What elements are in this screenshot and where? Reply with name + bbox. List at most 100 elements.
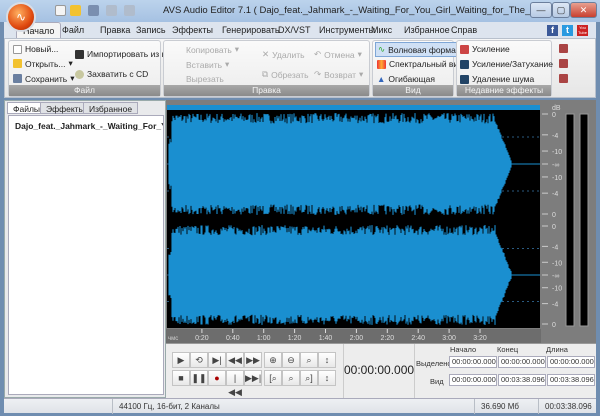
twitter-icon[interactable]: t (562, 25, 573, 36)
db-unit: dB (552, 105, 561, 112)
zoom-fit-icon[interactable]: [⌕ (264, 370, 282, 386)
file-list: Dajo_feat._Jahmark_-_Waiting_For_Yo (8, 115, 164, 395)
redo-icon[interactable] (124, 5, 135, 16)
timeline-label: 3:00 (442, 335, 456, 342)
cd-icon (75, 69, 84, 79)
view-start-field[interactable]: 00:00:00.000 (449, 374, 497, 386)
db-label: -∞ (552, 162, 559, 169)
timeline-label: 2:00 (350, 335, 364, 342)
selection-start-field[interactable]: 00:00:00.000 (449, 356, 497, 368)
ribbon-group-recent-effects: Усиление Усиление/Затухание Удаление шум… (456, 40, 553, 97)
end-header: Конец (497, 345, 519, 354)
timeline-label: 3:20 (473, 335, 487, 342)
app-logo-button[interactable]: ∿ (6, 2, 36, 32)
timeline-label: 2:40 (411, 335, 425, 342)
noise-removal-button[interactable]: Удаление шума (460, 74, 534, 84)
zoom-vertical-in-icon[interactable]: ↕ (318, 352, 336, 368)
timeline-unit: чмс (168, 336, 178, 342)
zoom-out-icon[interactable]: ⊖ (282, 352, 300, 368)
waveform-channel-1 (168, 113, 538, 215)
tab-10[interactable]: Справ (445, 22, 483, 38)
zoom-selection-icon[interactable]: ⌕ (300, 352, 318, 368)
open-folder-icon[interactable] (70, 5, 81, 16)
zoom-in-icon[interactable]: ⊕ (264, 352, 282, 368)
level-meter-left (565, 113, 575, 327)
db-label: 0 (552, 112, 556, 119)
maximize-button[interactable]: ▢ (552, 2, 570, 18)
envelope-icon: ▲ (377, 74, 386, 84)
youtube-icon[interactable]: You Tube (577, 25, 588, 36)
tab-1[interactable]: Файл (56, 22, 90, 38)
tab-favorites[interactable]: Избранное (83, 102, 139, 114)
waveform-area[interactable]: 0 -4 -10 -∞ -10 -4 0 0 -4 -10 -∞ -10 -4 0 dB чмс 0:20 0:4… (166, 100, 596, 343)
delete-icon: ✕ (262, 49, 270, 59)
delete-button[interactable]: ✕ Удалить (262, 49, 305, 60)
spectral-view-button[interactable]: Спектральный вид (377, 59, 463, 69)
selection-end-field[interactable]: 00:00:00.000 (498, 356, 546, 368)
folder-icon (13, 59, 22, 68)
open-button[interactable]: Открыть... ▾ (13, 58, 73, 69)
tab-4[interactable]: Эффекты (166, 22, 219, 38)
trim-button[interactable]: ⧉ Обрезать (262, 69, 309, 80)
db-label: 0 (552, 212, 556, 219)
new-file-icon (13, 44, 22, 54)
tab-8[interactable]: Микс (365, 22, 398, 38)
effect-settings-icon[interactable] (559, 44, 568, 53)
trim-icon: ⧉ (262, 69, 269, 79)
save-button[interactable]: Сохранить ▾ (13, 73, 75, 84)
close-button[interactable]: ✕ (570, 2, 597, 18)
minimize-button[interactable]: — (530, 2, 552, 18)
play-button[interactable]: ▶ (172, 352, 190, 368)
tab-6[interactable]: DX/VST (272, 22, 317, 38)
amplify-icon (460, 44, 469, 54)
waveform-canvas[interactable]: 0-4-10-∞-10-400-4-10-∞-10-40dBчмс 0:20 0:4… (166, 100, 596, 343)
selection-bar[interactable] (167, 105, 540, 110)
loop-button[interactable]: ⟲ (190, 352, 208, 368)
facebook-icon[interactable]: f (547, 25, 558, 36)
zoom-vertical-out-icon[interactable]: ↕ (318, 370, 336, 386)
effect-settings-icon[interactable] (559, 74, 568, 83)
record-button[interactable]: ● (208, 370, 226, 386)
new-file-icon[interactable] (55, 5, 66, 16)
cut-button[interactable]: Вырезать (186, 74, 224, 84)
selection-length-field[interactable]: 00:00:00.000 (547, 356, 595, 368)
zoom-icon[interactable]: ⌕ (282, 370, 300, 386)
rewind-button[interactable]: ◀◀ (226, 352, 244, 368)
view-length-field[interactable]: 00:03:38.096 (547, 374, 595, 386)
current-time-display: 00:00:00.000 (343, 344, 415, 399)
db-label: -10 (552, 175, 562, 182)
effect-settings-icon[interactable] (559, 59, 568, 68)
timeline-label: 0:20 (195, 335, 209, 342)
fade-button[interactable]: Усиление/Затухание (460, 59, 553, 69)
new-button[interactable]: Новый... (13, 44, 58, 54)
go-to-start-button[interactable]: |◀◀ (226, 370, 244, 397)
copy-button[interactable]: Копировать ▾ (186, 44, 239, 55)
redo-icon: ↷ (314, 69, 322, 79)
undo-button[interactable]: ↶ Отмена ▾ (314, 49, 362, 60)
amplify-button[interactable]: Усиление (460, 44, 510, 54)
zoom-full-icon[interactable]: ⌕] (300, 370, 318, 386)
file-list-item[interactable]: Dajo_feat._Jahmark_-_Waiting_For_Yo (9, 116, 163, 136)
noise-icon (460, 74, 469, 84)
fast-forward-button[interactable]: ▶▶ (244, 352, 262, 368)
redo-button[interactable]: ↷ Возврат ▾ (314, 69, 363, 80)
waveform-view-button[interactable]: ∿ Волновая форма (375, 42, 459, 57)
stop-button[interactable]: ■ (172, 370, 190, 386)
db-label: -10 (552, 286, 562, 293)
fade-icon (460, 59, 469, 69)
db-label: 0 (552, 224, 556, 231)
capture-cd-button[interactable]: Захватить с CD (75, 69, 148, 79)
db-label: -4 (552, 244, 558, 251)
view-end-field[interactable]: 00:03:38.096 (498, 374, 546, 386)
go-to-end-button[interactable]: ▶▶| (244, 370, 262, 386)
status-length: 00:03:38.096 (538, 399, 596, 414)
group-label: Вид (373, 85, 453, 96)
paste-button[interactable]: Вставить ▾ (186, 59, 229, 70)
transport-panel: ▶ ⟲ ▶| ◀◀ ▶▶ ■ ❚❚ ● |◀◀ ▶▶| ⊕ ⊖ ⌕ ↕ [⌕ ⌕… (166, 343, 596, 399)
length-header: Длина (546, 345, 568, 354)
undo-icon[interactable] (106, 5, 117, 16)
play-to-end-button[interactable]: ▶| (208, 352, 226, 368)
pause-button[interactable]: ❚❚ (190, 370, 208, 386)
envelope-view-button[interactable]: ▲ Огибающая (377, 74, 435, 84)
save-icon[interactable] (88, 5, 99, 16)
